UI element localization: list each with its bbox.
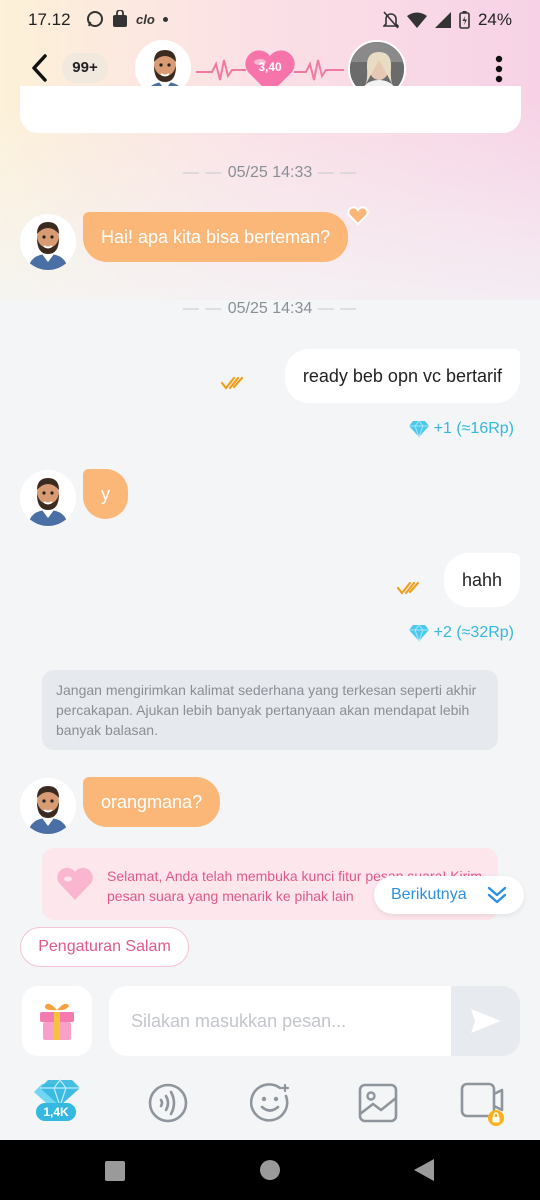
- emoji-icon: [249, 1083, 290, 1122]
- voice-message-button[interactable]: [143, 1078, 193, 1128]
- battery-percent: 24%: [477, 10, 512, 29]
- next-label: Berikutnya: [391, 886, 467, 903]
- read-check-icon: [396, 581, 420, 595]
- system-indicators: 24%: [382, 10, 512, 30]
- greeting-settings-button[interactable]: Pengaturan Salam: [20, 927, 189, 967]
- reward-label: +1 (≈16Rp): [408, 420, 514, 438]
- mute-icon: [382, 11, 399, 29]
- gift-button[interactable]: [22, 986, 92, 1056]
- heart-icon: [57, 867, 93, 900]
- sender-avatar[interactable]: [20, 778, 76, 834]
- send-icon: [471, 1009, 501, 1033]
- heart-outline-icon: [347, 206, 369, 226]
- chat-toolbar: [0, 1070, 540, 1140]
- home-icon[interactable]: [259, 1159, 281, 1181]
- shopping-bag-icon: [113, 10, 127, 27]
- timestamp-separator: — — 05/25 14:34 — —: [182, 300, 358, 317]
- man-avatar-icon: [20, 470, 76, 526]
- signal-icon: [434, 12, 451, 28]
- voice-icon: [148, 1083, 188, 1123]
- incoming-message[interactable]: y: [83, 469, 128, 519]
- video-call-button[interactable]: [458, 1078, 508, 1128]
- double-chevron-down-icon: [487, 886, 507, 904]
- chat-tip: Jangan mengirimkan kalimat sederhana yan…: [42, 670, 498, 750]
- reward-label: +2 (≈32Rp): [408, 624, 514, 642]
- carrier-text: clo: [136, 11, 155, 27]
- reward-amount: +1 (≈16Rp): [433, 420, 514, 437]
- back-nav-icon[interactable]: [413, 1158, 435, 1182]
- reward-amount: +2 (≈32Rp): [433, 624, 514, 641]
- back-button[interactable]: [28, 52, 52, 84]
- outgoing-message[interactable]: hahh: [443, 553, 520, 607]
- more-options-icon[interactable]: [492, 54, 506, 84]
- image-icon: [358, 1083, 398, 1123]
- timestamp-separator: — — 05/25 14:33 — —: [182, 164, 358, 181]
- diamond-icon: [408, 624, 429, 642]
- timestamp: 05/25 14:33: [227, 164, 313, 181]
- sender-avatar[interactable]: [20, 470, 76, 526]
- status-bar: 17.12 clo 24%: [0, 0, 540, 40]
- incoming-message[interactable]: orangmana?: [83, 777, 221, 827]
- incoming-message[interactable]: Hai! apa kita bisa berteman?: [83, 212, 349, 262]
- system-nav-bar: [0, 1140, 540, 1200]
- profile-card-bottom: [20, 86, 521, 133]
- next-button[interactable]: Berikutnya: [374, 876, 524, 914]
- status-time: 17.12: [28, 10, 71, 29]
- more-notifications-dot: [162, 16, 168, 22]
- diamond-balance: 1,4K: [36, 1103, 76, 1121]
- timestamp: 05/25 14:34: [227, 300, 313, 317]
- battery-icon: [459, 11, 470, 29]
- send-button[interactable]: [451, 986, 520, 1056]
- wifi-icon: [406, 12, 427, 28]
- recent-apps-icon[interactable]: [104, 1160, 126, 1182]
- gift-icon: [40, 1003, 74, 1040]
- man-avatar-icon: [20, 778, 76, 834]
- man-avatar-icon: [20, 214, 76, 270]
- intimacy-score: 3,40: [258, 60, 282, 74]
- emoji-button[interactable]: [246, 1078, 296, 1128]
- outgoing-message[interactable]: ready beb opn vc bertarif: [284, 349, 520, 403]
- sender-avatar[interactable]: [20, 214, 76, 270]
- whatsapp-icon: [87, 11, 103, 27]
- image-button[interactable]: [353, 1078, 403, 1128]
- message-input[interactable]: [109, 986, 451, 1056]
- unread-count-badge[interactable]: 99+: [62, 53, 108, 83]
- notification-icons: clo: [86, 10, 168, 28]
- diamond-icon: [408, 420, 429, 438]
- read-check-icon: [220, 376, 244, 390]
- video-call-icon: [460, 1082, 504, 1126]
